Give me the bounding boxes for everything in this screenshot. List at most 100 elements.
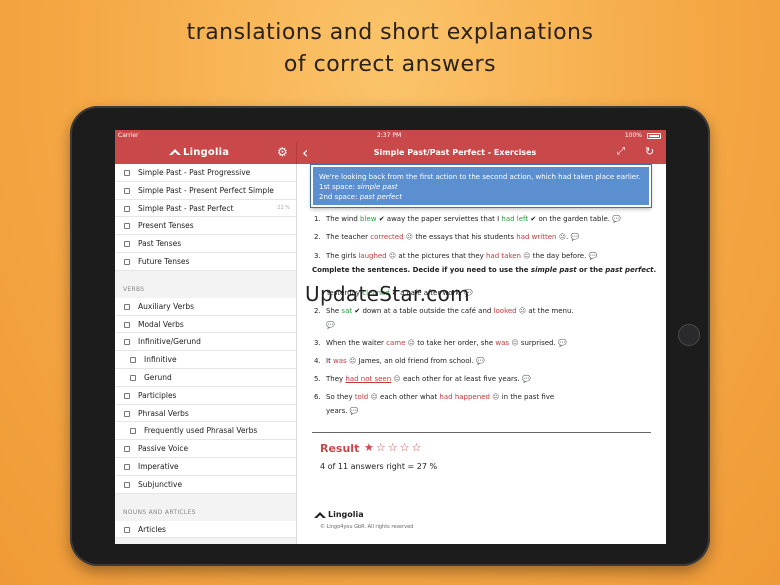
exercise-text: The wind — [326, 215, 361, 223]
tooltip-line: 2nd space: past perfect — [319, 192, 643, 202]
sidebar-item[interactable]: Future Tenses — [115, 252, 296, 271]
wrong-answer[interactable]: came — [386, 339, 405, 347]
sidebar-subitem[interactable]: Gerund — [115, 368, 296, 387]
sidebar-item[interactable]: Subjunctive — [115, 475, 296, 494]
sidebar-item-label: Future Tenses — [138, 256, 190, 266]
speech-bubble-icon[interactable]: 💬 — [612, 215, 621, 223]
sidebar-item-label: Present Tenses — [138, 221, 194, 231]
home-button[interactable] — [678, 324, 700, 346]
wrong-answer[interactable]: was — [333, 357, 347, 365]
wrong-answer[interactable]: was — [495, 339, 509, 347]
wrong-answer[interactable]: told — [355, 393, 368, 401]
result-heading: Result — [320, 442, 360, 455]
sidebar-item-label: Past Tenses — [138, 239, 182, 249]
speech-bubble-icon[interactable]: 💬 — [476, 357, 485, 365]
sidebar-item[interactable]: Present Tenses — [115, 217, 296, 236]
gear-icon[interactable]: ⚙ — [277, 145, 288, 159]
exercise-item: 4. It was ☹ James, an old friend from sch… — [314, 356, 485, 366]
sidebar: Simple Past - Past Progressive Simple Pa… — [115, 164, 297, 544]
correct-answer[interactable]: had left — [501, 215, 528, 223]
exercise-number: 3. — [314, 252, 321, 260]
sidebar-item[interactable]: Participles — [115, 386, 296, 405]
document-icon — [130, 357, 136, 364]
wrong-answer[interactable]: looked — [494, 307, 517, 315]
document-icon — [124, 410, 130, 417]
document-icon — [124, 339, 130, 346]
speech-bubble-icon[interactable]: 💬 — [350, 407, 359, 415]
sidebar-item-label: Subjunctive — [138, 479, 183, 489]
sidebar-item[interactable]: Simple Past - Present Perfect Simple — [115, 181, 296, 200]
wrong-answer[interactable]: had written — [516, 233, 556, 241]
refresh-icon[interactable]: ↻ — [645, 145, 654, 158]
exercise-item-continuation: 💬 — [326, 320, 335, 330]
document-icon — [124, 463, 130, 470]
wrong-answer[interactable]: had taken — [486, 252, 521, 260]
app-screen: Carrier 2:37 PM 100% Lingolia ⚙ ‹ Simple… — [115, 130, 666, 544]
lingolia-logo-icon — [169, 149, 181, 155]
progress-percent: 22 % — [277, 204, 290, 211]
sidebar-item[interactable]: Simple Past - Past Progressive — [115, 164, 296, 182]
tooltip-prefix: 1st space: — [319, 183, 358, 191]
exercise-text: to take her order, she — [414, 339, 496, 347]
sidebar-subitem[interactable]: Infinitive — [115, 351, 296, 369]
document-icon — [124, 526, 130, 533]
exercise-text: away the paper serviettes that I — [384, 215, 502, 223]
sidebar-item[interactable]: Articles — [115, 520, 296, 539]
sidebar-item[interactable]: Passive Voice — [115, 440, 296, 458]
sidebar-subitem[interactable]: Frequently used Phrasal Verbs — [115, 422, 296, 441]
exercise-text: years. — [326, 407, 348, 415]
sidebar-item[interactable]: Phrasal Verbs — [115, 404, 296, 423]
exercise-text: down at a table outside the café and — [360, 307, 494, 315]
document-icon — [124, 241, 130, 248]
wrong-answer[interactable]: laughed — [358, 252, 386, 260]
exercise-number: 5. — [314, 375, 321, 383]
sad-face-icon: ☹ — [558, 233, 566, 241]
sidebar-item-label: Simple Past - Present Perfect Simple — [138, 185, 274, 195]
sidebar-item-label: Participles — [138, 390, 177, 400]
speech-bubble-icon[interactable]: 💬 — [589, 252, 598, 260]
sidebar-item[interactable]: Past Tenses — [115, 235, 296, 253]
sidebar-item-label: Gerund — [144, 372, 172, 382]
exercise-item: 5. They had not seen ☹ each other for at … — [314, 374, 531, 384]
exercise-item: 3. The girls laughed ☹ at the pictures th… — [314, 251, 597, 261]
exercise-text: The girls — [326, 252, 359, 260]
clock: 2:37 PM — [377, 132, 402, 139]
sidebar-item-label: Simple Past - Past Progressive — [138, 168, 251, 177]
sidebar-item-label: Passive Voice — [138, 444, 189, 454]
sidebar-item[interactable]: Auxiliary Verbs — [115, 297, 296, 316]
speech-bubble-icon[interactable]: 💬 — [570, 233, 579, 241]
promo-headline-line1: translations and short explanations — [186, 20, 594, 45]
sidebar-item-label: Simple Past - Past Perfect — [138, 203, 234, 213]
speech-bubble-icon[interactable]: 💬 — [326, 321, 335, 329]
speech-bubble-icon[interactable]: 💬 — [558, 339, 567, 347]
sidebar-item[interactable]: Imperative — [115, 457, 296, 476]
document-icon — [124, 170, 130, 176]
wrong-answer[interactable]: had happened — [439, 393, 490, 401]
sidebar-item[interactable]: Simple Past - Past Perfect 22 % — [115, 199, 296, 218]
sidebar-section-verbs: VERBS — [123, 285, 145, 293]
exercise-text: the day before. — [530, 252, 587, 260]
exercise-number: 2. — [314, 233, 321, 241]
sidebar-item[interactable]: Infinitive/Gerund — [115, 333, 296, 352]
nav-bar: Lingolia ⚙ ‹ Simple Past/Past Perfect - … — [115, 142, 666, 164]
sidebar-item[interactable]: Modal Verbs — [115, 315, 296, 334]
tablet-frame: Carrier 2:37 PM 100% Lingolia ⚙ ‹ Simple… — [70, 106, 710, 566]
star-empty-icon: ☆ — [399, 441, 412, 454]
wrong-answer[interactable]: corrected — [370, 233, 403, 241]
correct-answer[interactable]: blew — [360, 215, 376, 223]
wrong-answer[interactable]: had not seen — [345, 375, 391, 383]
copyright-text: © Lingo4you GbR. All rights reserved — [320, 524, 414, 530]
expand-icon[interactable]: ⤢ — [617, 146, 625, 157]
exercise-item: 1. The wind blew ✔ away the paper serviet… — [314, 214, 621, 224]
sad-face-icon: ☹ — [405, 233, 414, 241]
star-empty-icon: ☆ — [387, 441, 400, 454]
exercise-text: on the garden table. — [536, 215, 610, 223]
sidebar-header: Lingolia ⚙ — [115, 142, 297, 164]
correct-answer[interactable]: sat — [341, 307, 352, 315]
status-bar: Carrier 2:37 PM 100% — [115, 130, 666, 142]
sad-face-icon: ☹ — [407, 339, 415, 347]
document-icon — [124, 446, 130, 453]
exercise-text: each other what — [377, 393, 440, 401]
speech-bubble-icon[interactable]: 💬 — [522, 375, 531, 383]
exercise-text: James, an old friend from school. — [356, 357, 474, 365]
